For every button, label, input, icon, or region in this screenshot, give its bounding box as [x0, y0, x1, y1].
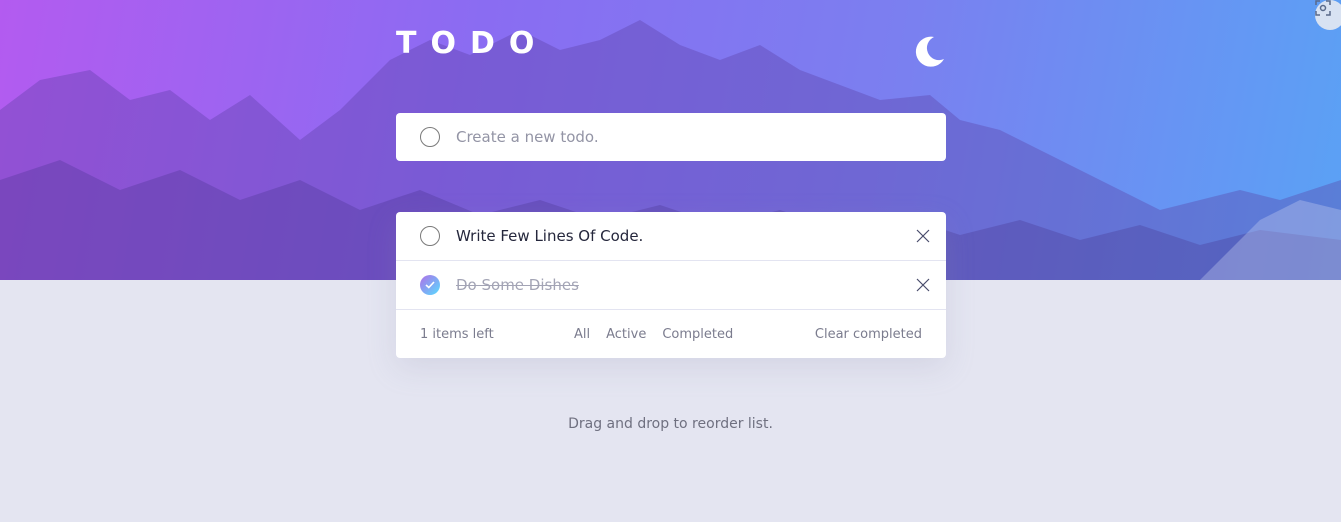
new-todo-checkbox[interactable]	[420, 127, 440, 147]
screenshot-button[interactable]	[1315, 0, 1341, 30]
close-icon[interactable]	[916, 229, 930, 243]
list-footer: 1 items left All Active Completed Clear …	[396, 310, 946, 358]
theme-toggle-button[interactable]	[910, 33, 946, 69]
filter-active[interactable]: Active	[606, 327, 646, 342]
todo-checkbox[interactable]	[420, 226, 440, 246]
clear-completed-button[interactable]: Clear completed	[815, 327, 922, 342]
filter-completed[interactable]: Completed	[662, 327, 733, 342]
moon-icon	[915, 36, 944, 67]
app-title: TODO	[396, 26, 549, 61]
check-icon	[425, 281, 435, 289]
todo-list: Write Few Lines Of Code. Do Some Dishes …	[396, 212, 946, 358]
todo-text: Do Some Dishes	[456, 276, 579, 294]
drag-hint: Drag and drop to reorder list.	[568, 416, 773, 432]
new-todo-bar	[396, 113, 946, 161]
filter-group: All Active Completed	[574, 327, 733, 342]
items-left-count: 1 items left	[420, 326, 494, 342]
todo-checkbox-checked[interactable]	[420, 275, 440, 295]
screenshot-icon	[1315, 0, 1331, 16]
new-todo-input[interactable]	[456, 128, 916, 146]
todo-item[interactable]: Write Few Lines Of Code.	[396, 212, 946, 261]
close-icon[interactable]	[916, 278, 930, 292]
filter-all[interactable]: All	[574, 327, 590, 342]
todo-item[interactable]: Do Some Dishes	[396, 261, 946, 310]
todo-text: Write Few Lines Of Code.	[456, 227, 644, 245]
